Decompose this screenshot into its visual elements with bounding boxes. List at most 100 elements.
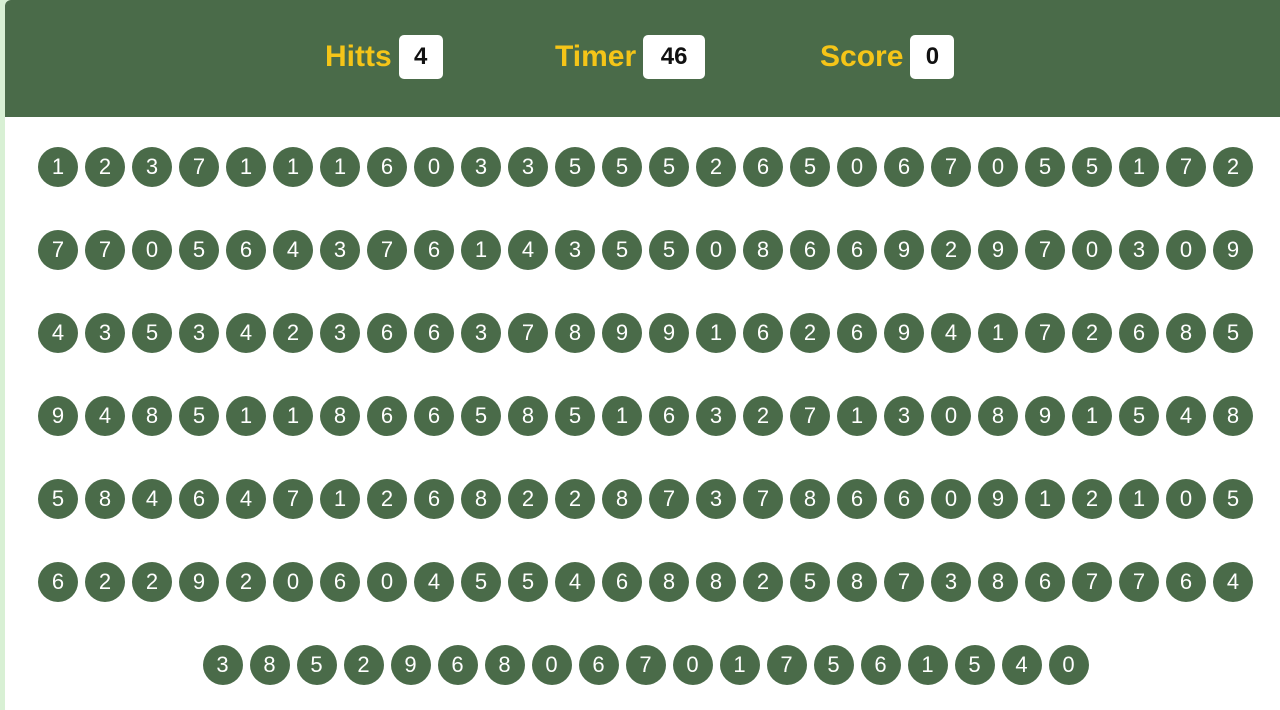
number-bubble[interactable]: 1 bbox=[1119, 479, 1159, 519]
number-bubble[interactable]: 1 bbox=[978, 313, 1018, 353]
number-bubble[interactable]: 4 bbox=[38, 313, 78, 353]
number-bubble[interactable]: 7 bbox=[1025, 313, 1065, 353]
number-bubble[interactable]: 7 bbox=[766, 645, 807, 685]
number-bubble[interactable]: 9 bbox=[602, 313, 642, 353]
number-bubble[interactable]: 1 bbox=[1072, 396, 1112, 436]
number-bubble[interactable]: 6 bbox=[884, 479, 924, 519]
number-bubble[interactable]: 0 bbox=[273, 562, 313, 602]
number-bubble[interactable]: 3 bbox=[555, 230, 595, 270]
number-bubble[interactable]: 2 bbox=[555, 479, 595, 519]
number-bubble[interactable]: 6 bbox=[38, 562, 78, 602]
number-bubble[interactable]: 5 bbox=[461, 562, 501, 602]
number-bubble[interactable]: 8 bbox=[649, 562, 689, 602]
number-bubble[interactable]: 1 bbox=[1119, 147, 1159, 187]
number-bubble[interactable]: 7 bbox=[1166, 147, 1206, 187]
number-bubble[interactable]: 1 bbox=[320, 479, 360, 519]
number-bubble[interactable]: 3 bbox=[85, 313, 125, 353]
number-bubble[interactable]: 3 bbox=[931, 562, 971, 602]
number-bubble[interactable]: 1 bbox=[696, 313, 736, 353]
number-bubble[interactable]: 3 bbox=[320, 313, 360, 353]
number-bubble[interactable]: 7 bbox=[1119, 562, 1159, 602]
number-bubble[interactable]: 3 bbox=[884, 396, 924, 436]
number-bubble[interactable]: 7 bbox=[649, 479, 689, 519]
number-bubble[interactable]: 3 bbox=[320, 230, 360, 270]
number-bubble[interactable]: 1 bbox=[461, 230, 501, 270]
number-bubble[interactable]: 6 bbox=[179, 479, 219, 519]
number-bubble[interactable]: 6 bbox=[649, 396, 689, 436]
number-bubble[interactable]: 1 bbox=[719, 645, 760, 685]
number-bubble[interactable]: 3 bbox=[696, 479, 736, 519]
number-bubble[interactable]: 5 bbox=[813, 645, 854, 685]
number-bubble[interactable]: 8 bbox=[484, 645, 525, 685]
number-bubble[interactable]: 6 bbox=[320, 562, 360, 602]
number-bubble[interactable]: 0 bbox=[931, 396, 971, 436]
number-bubble[interactable]: 2 bbox=[273, 313, 313, 353]
number-bubble[interactable]: 0 bbox=[414, 147, 454, 187]
number-bubble[interactable]: 5 bbox=[555, 147, 595, 187]
number-bubble[interactable]: 6 bbox=[367, 313, 407, 353]
number-bubble[interactable]: 3 bbox=[696, 396, 736, 436]
number-bubble[interactable]: 1 bbox=[226, 147, 266, 187]
number-bubble[interactable]: 7 bbox=[790, 396, 830, 436]
number-bubble[interactable]: 2 bbox=[508, 479, 548, 519]
number-bubble[interactable]: 3 bbox=[132, 147, 172, 187]
number-bubble[interactable]: 0 bbox=[837, 147, 877, 187]
number-bubble[interactable]: 8 bbox=[320, 396, 360, 436]
number-bubble[interactable]: 8 bbox=[696, 562, 736, 602]
number-bubble[interactable]: 7 bbox=[884, 562, 924, 602]
number-bubble[interactable]: 2 bbox=[931, 230, 971, 270]
number-bubble[interactable]: 6 bbox=[602, 562, 642, 602]
number-bubble[interactable]: 2 bbox=[696, 147, 736, 187]
number-bubble[interactable]: 9 bbox=[884, 313, 924, 353]
number-bubble[interactable]: 5 bbox=[602, 147, 642, 187]
number-bubble[interactable]: 6 bbox=[884, 147, 924, 187]
number-bubble[interactable]: 0 bbox=[1072, 230, 1112, 270]
number-bubble[interactable]: 5 bbox=[132, 313, 172, 353]
number-bubble[interactable]: 5 bbox=[1213, 313, 1253, 353]
number-bubble[interactable]: 0 bbox=[978, 147, 1018, 187]
number-bubble[interactable]: 9 bbox=[179, 562, 219, 602]
number-bubble[interactable]: 0 bbox=[367, 562, 407, 602]
number-bubble[interactable]: 4 bbox=[1001, 645, 1042, 685]
number-bubble[interactable]: 6 bbox=[367, 147, 407, 187]
number-bubble[interactable]: 0 bbox=[132, 230, 172, 270]
number-bubble[interactable]: 2 bbox=[132, 562, 172, 602]
number-bubble[interactable]: 8 bbox=[461, 479, 501, 519]
number-bubble[interactable]: 4 bbox=[414, 562, 454, 602]
number-bubble[interactable]: 9 bbox=[978, 479, 1018, 519]
number-bubble[interactable]: 6 bbox=[414, 230, 454, 270]
number-bubble[interactable]: 5 bbox=[1025, 147, 1065, 187]
number-bubble[interactable]: 2 bbox=[1213, 147, 1253, 187]
number-bubble[interactable]: 5 bbox=[38, 479, 78, 519]
number-bubble[interactable]: 9 bbox=[38, 396, 78, 436]
number-bubble[interactable]: 5 bbox=[1072, 147, 1112, 187]
number-bubble[interactable]: 0 bbox=[1166, 479, 1206, 519]
number-bubble[interactable]: 7 bbox=[743, 479, 783, 519]
number-bubble[interactable]: 2 bbox=[343, 645, 384, 685]
number-bubble[interactable]: 7 bbox=[508, 313, 548, 353]
number-bubble[interactable]: 3 bbox=[461, 147, 501, 187]
number-bubble[interactable]: 6 bbox=[837, 230, 877, 270]
number-bubble[interactable]: 5 bbox=[461, 396, 501, 436]
number-bubble[interactable]: 1 bbox=[273, 147, 313, 187]
number-bubble[interactable]: 2 bbox=[790, 313, 830, 353]
number-bubble[interactable]: 2 bbox=[743, 396, 783, 436]
number-bubble[interactable]: 3 bbox=[461, 313, 501, 353]
number-bubble[interactable]: 4 bbox=[508, 230, 548, 270]
number-bubble[interactable]: 0 bbox=[531, 645, 572, 685]
number-bubble[interactable]: 8 bbox=[85, 479, 125, 519]
number-bubble[interactable]: 6 bbox=[578, 645, 619, 685]
number-bubble[interactable]: 9 bbox=[884, 230, 924, 270]
number-bubble[interactable]: 7 bbox=[85, 230, 125, 270]
number-bubble[interactable]: 6 bbox=[367, 396, 407, 436]
number-bubble[interactable]: 5 bbox=[179, 396, 219, 436]
number-bubble[interactable]: 9 bbox=[1213, 230, 1253, 270]
number-bubble[interactable]: 4 bbox=[1213, 562, 1253, 602]
number-bubble[interactable]: 5 bbox=[649, 230, 689, 270]
number-bubble[interactable]: 3 bbox=[179, 313, 219, 353]
number-bubble[interactable]: 8 bbox=[132, 396, 172, 436]
number-bubble[interactable]: 8 bbox=[602, 479, 642, 519]
number-bubble[interactable]: 5 bbox=[1119, 396, 1159, 436]
number-bubble[interactable]: 8 bbox=[978, 396, 1018, 436]
number-bubble[interactable]: 0 bbox=[1166, 230, 1206, 270]
